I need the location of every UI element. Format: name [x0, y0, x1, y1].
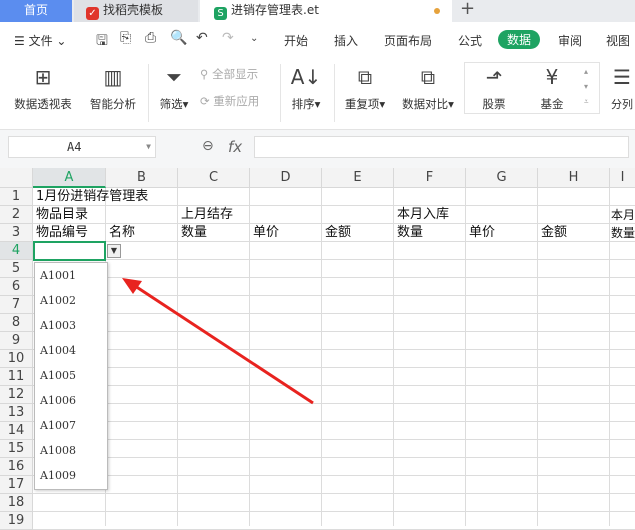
annotation-arrow [122, 278, 314, 405]
